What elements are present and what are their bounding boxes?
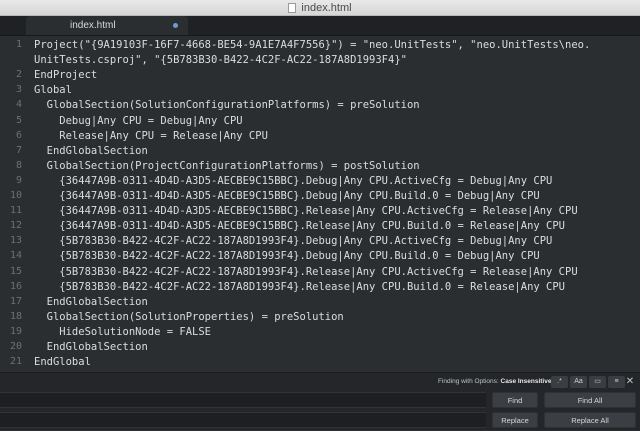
line-number: 15: [9, 265, 22, 277]
line-number: 2: [15, 69, 22, 81]
window-title-bar: index.html: [0, 0, 640, 16]
line-number: 18: [9, 310, 22, 322]
line-number: 8: [15, 159, 22, 171]
find-all-button[interactable]: Find All: [544, 392, 636, 408]
code-line[interactable]: GlobalSection(SolutionProperties) = preS…: [34, 310, 344, 324]
line-number: 10: [9, 190, 22, 201]
regex-icon[interactable]: .*: [551, 376, 568, 388]
find-input[interactable]: [0, 397, 486, 411]
line-number: 21: [9, 356, 22, 368]
tab-index-html[interactable]: index.html: [26, 16, 188, 35]
line-number: 3: [15, 84, 22, 96]
replace-field-container: [0, 412, 486, 431]
line-number: 12: [9, 220, 22, 232]
line-number: 7: [15, 144, 22, 156]
code-line[interactable]: {36447A9B-0311-4D4D-A3D5-AECBE9C15BBC}.R…: [34, 219, 565, 233]
code-line[interactable]: EndGlobalSection: [34, 295, 148, 309]
tab-bar: index.html: [0, 16, 640, 36]
tab-label: index.html: [70, 20, 116, 31]
find-field-container: [0, 392, 486, 411]
code-line[interactable]: UnitTests.csproj", "{5B783B30-B422-4C2F-…: [34, 53, 407, 67]
code-line[interactable]: EndGlobalSection: [34, 144, 148, 158]
replace-input[interactable]: [0, 417, 486, 431]
code-line[interactable]: Project("{9A19103F-16F7-4668-BE54-9A1E7A…: [34, 38, 590, 52]
whole-word-icon[interactable]: ▭: [589, 376, 606, 388]
replace-button[interactable]: Replace: [492, 412, 538, 428]
find-options-status-prefix: Finding with Options:: [438, 378, 501, 385]
code-line[interactable]: HideSolutionNode = FALSE: [34, 325, 211, 339]
line-number: 11: [9, 205, 22, 217]
line-number: 20: [9, 341, 22, 352]
code-line[interactable]: GlobalSection(SolutionConfigurationPlatf…: [34, 98, 420, 112]
line-number: 16: [9, 280, 22, 292]
code-line[interactable]: Release|Any CPU = Release|Any CPU: [34, 129, 268, 143]
line-number: 9: [15, 174, 22, 186]
window-title: index.html: [301, 1, 352, 14]
code-line[interactable]: {36447A9B-0311-4D4D-A3D5-AECBE9C15BBC}.D…: [34, 174, 552, 188]
code-line[interactable]: {5B783B30-B422-4C2F-AC22-187A8D1993F4}.D…: [34, 249, 539, 263]
line-number: 14: [9, 250, 22, 262]
find-replace-panel: Finding with Options: Case Insensitive .…: [0, 372, 640, 431]
code-line[interactable]: {36447A9B-0311-4D4D-A3D5-AECBE9C15BBC}.D…: [34, 189, 539, 203]
code-line[interactable]: Debug|Any CPU = Debug|Any CPU: [34, 114, 242, 128]
code-line[interactable]: Global: [34, 83, 72, 97]
code-line[interactable]: {5B783B30-B422-4C2F-AC22-187A8D1993F4}.D…: [34, 234, 552, 248]
line-number: 6: [15, 129, 22, 141]
in-selection-icon[interactable]: ≡: [608, 376, 625, 388]
code-line[interactable]: EndProject: [34, 68, 97, 82]
code-line[interactable]: {5B783B30-B422-4C2F-AC22-187A8D1993F4}.R…: [34, 265, 577, 279]
case-sensitive-icon[interactable]: Aa: [570, 376, 587, 388]
unsaved-indicator-icon[interactable]: [173, 23, 178, 28]
code-line[interactable]: GlobalSection(ProjectConfigurationPlatfo…: [34, 159, 420, 173]
line-number: 19: [9, 325, 22, 337]
line-number: 4: [15, 99, 22, 111]
line-number-gutter: 12345678910111213141516171819202122: [0, 36, 26, 372]
code-editor[interactable]: 12345678910111213141516171819202122 Proj…: [0, 36, 640, 372]
line-number: 5: [15, 114, 22, 126]
code-line[interactable]: {5B783B30-B422-4C2F-AC22-187A8D1993F4}.R…: [34, 280, 565, 294]
replace-all-button[interactable]: Replace All: [544, 412, 636, 428]
close-icon[interactable]: ✕: [624, 376, 636, 388]
document-icon: [288, 2, 297, 13]
line-number: 17: [9, 295, 22, 307]
code-line[interactable]: {36447A9B-0311-4D4D-A3D5-AECBE9C15BBC}.R…: [34, 204, 577, 218]
find-button[interactable]: Find: [492, 392, 538, 408]
code-line[interactable]: EndGlobal: [34, 355, 91, 369]
find-options-status-value: Case Insensitive: [500, 378, 552, 385]
line-number: 13: [9, 235, 22, 247]
find-options-status: Finding with Options: Case Insensitive: [438, 378, 551, 385]
code-line[interactable]: EndGlobalSection: [34, 340, 148, 354]
line-number: 1: [15, 39, 22, 50]
